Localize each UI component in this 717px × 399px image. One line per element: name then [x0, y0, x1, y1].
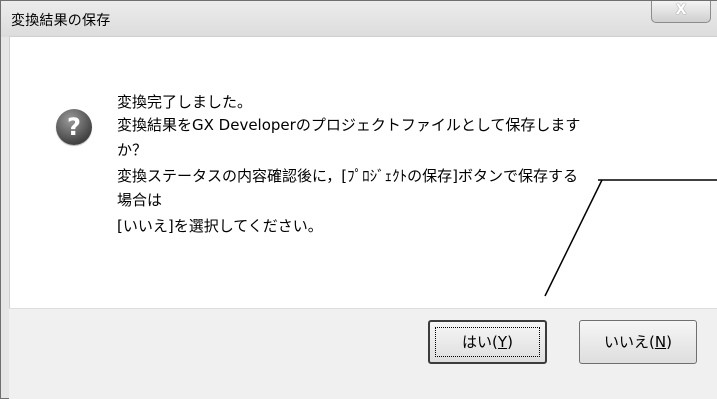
callout-lines [544, 179, 717, 297]
callout-line-diagonal [544, 179, 603, 297]
